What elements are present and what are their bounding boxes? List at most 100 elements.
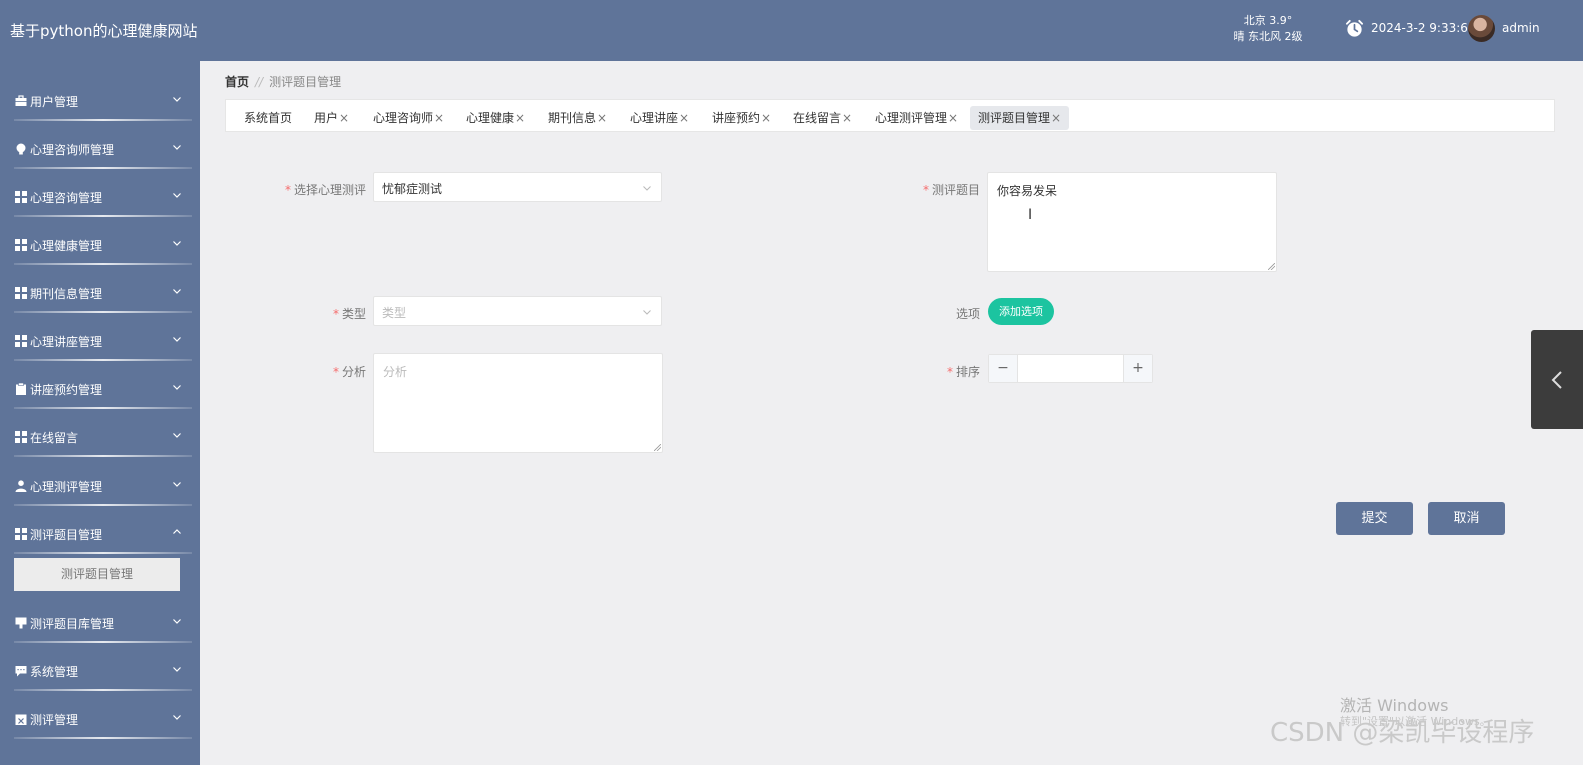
sidebar-item-lecture-booking-management[interactable]: 讲座预约管理	[0, 369, 200, 417]
grid-icon	[15, 287, 27, 299]
username[interactable]: admin	[1502, 21, 1540, 35]
briefcase-icon	[15, 95, 27, 106]
tab-label: 心理健康	[466, 111, 515, 125]
tab-lecture-booking[interactable]: 讲座预约×	[704, 106, 779, 130]
sidebar-item-user-management[interactable]: 用户管理	[0, 81, 200, 129]
tab-messages[interactable]: 在线留言×	[785, 106, 860, 130]
menu-divider	[14, 689, 192, 691]
resize-handle-icon[interactable]	[654, 444, 661, 451]
sidebar-item-label: 心理咨询师管理	[30, 143, 115, 157]
sidebar-item-counselor-management[interactable]: 心理咨询师管理	[0, 129, 200, 177]
side-panel-toggle[interactable]	[1531, 330, 1583, 429]
chevron-down-icon	[643, 310, 651, 315]
sidebar-item-cut-off[interactable]	[0, 748, 200, 765]
sidebar-item-messages[interactable]: 在线留言	[0, 417, 200, 465]
sidebar-item-lecture-management[interactable]: 心理讲座管理	[0, 321, 200, 369]
sidebar-item-label: 在线留言	[30, 431, 79, 445]
grid-icon	[15, 335, 27, 347]
close-icon[interactable]: ×	[948, 111, 958, 125]
sort-input[interactable]	[1019, 355, 1123, 382]
chat-icon	[15, 666, 27, 677]
analysis-label: * 分析	[332, 365, 366, 379]
tab-label: 用户	[314, 111, 339, 125]
sidebar-item-label: 讲座预约管理	[30, 383, 103, 397]
resize-handle-icon[interactable]	[1268, 263, 1275, 270]
tab-question-management[interactable]: 测评题目管理×	[970, 106, 1070, 130]
close-icon[interactable]: ×	[434, 111, 444, 125]
type-select[interactable]: 类型	[373, 296, 662, 326]
chevron-down-icon	[173, 145, 181, 150]
tab-counselor[interactable]: 心理咨询师×	[365, 106, 452, 130]
tab-assessment-management[interactable]: 心理测评管理×	[867, 106, 966, 130]
breadcrumb-separator: //	[255, 75, 264, 89]
sidebar-item-evaluation-management[interactable]: 测评管理	[0, 699, 200, 747]
submit-button[interactable]: 提交	[1336, 502, 1413, 535]
top-header: 基于python的心理健康网站 北京 3.9° 晴 东北风 2级 2024-3-…	[0, 0, 1583, 61]
test-select-label: * 选择心理测评	[284, 183, 366, 197]
tab-label: 心理讲座	[630, 111, 679, 125]
chevron-down-icon	[173, 482, 181, 487]
close-icon[interactable]: ×	[515, 111, 525, 125]
chevron-down-icon	[173, 715, 181, 720]
menu-divider	[14, 504, 192, 506]
sidebar-item-label: 测评题目管理	[30, 528, 103, 542]
csdn-watermark: CSDN @梁凯毕设程序	[1270, 718, 1535, 748]
current-datetime: 2024-3-2 9:33:6	[1371, 21, 1468, 35]
grid-icon	[15, 431, 27, 443]
chevron-up-icon	[173, 529, 181, 534]
sidebar-item-question-bank-management[interactable]: 测评题目库管理	[0, 603, 200, 651]
close-icon[interactable]: ×	[597, 111, 607, 125]
weather-condition: 晴 东北风 2级	[1233, 30, 1303, 43]
tab-journal[interactable]: 期刊信息×	[540, 106, 615, 130]
tab-label: 期刊信息	[548, 111, 597, 125]
add-option-button[interactable]: 添加选项	[988, 298, 1054, 325]
sort-stepper: − +	[988, 354, 1153, 383]
close-icon[interactable]: ×	[842, 111, 852, 125]
chevron-down-icon	[173, 241, 181, 246]
avatar[interactable]	[1468, 15, 1495, 42]
chevron-down-icon	[173, 619, 181, 624]
sidebar-item-label: 测评题目库管理	[30, 617, 115, 631]
cancel-button[interactable]: 取消	[1428, 502, 1505, 535]
menu-divider	[14, 215, 192, 217]
sidebar-item-label: 心理测评管理	[30, 480, 103, 494]
tab-user[interactable]: 用户×	[306, 106, 357, 130]
tab-label: 在线留言	[793, 111, 842, 125]
menu-divider	[14, 641, 192, 643]
clock-icon	[1345, 19, 1364, 37]
analysis-placeholder: 分析	[383, 365, 408, 379]
breadcrumb-home[interactable]: 首页	[225, 75, 249, 89]
sort-label: * 排序	[946, 365, 980, 379]
sidebar-item-label: 系统管理	[30, 665, 79, 679]
weather-location-temp: 北京 3.9°	[1243, 14, 1293, 27]
sidebar-item-consultation-management[interactable]: 心理咨询管理	[0, 177, 200, 225]
decrement-button[interactable]: −	[989, 355, 1018, 382]
test-select[interactable]: 忧郁症测试	[373, 172, 662, 202]
menu-divider	[14, 119, 192, 121]
sidebar-item-journal-management[interactable]: 期刊信息管理	[0, 273, 200, 321]
sidebar-item-system-management[interactable]: 系统管理	[0, 651, 200, 699]
submenu-item-question-management[interactable]: 测评题目管理	[14, 558, 180, 591]
tab-lecture[interactable]: 心理讲座×	[622, 106, 697, 130]
close-icon[interactable]: ×	[679, 111, 689, 125]
close-icon[interactable]: ×	[1051, 111, 1061, 125]
menu-divider	[14, 311, 192, 313]
sidebar-item-mental-health-management[interactable]: 心理健康管理	[0, 225, 200, 273]
sidebar-item-question-management[interactable]: 测评题目管理	[0, 514, 200, 562]
chevron-down-icon	[173, 385, 181, 390]
analysis-textarea[interactable]: 分析	[373, 353, 663, 453]
sidebar-item-label: 期刊信息管理	[30, 287, 103, 301]
increment-button[interactable]: +	[1123, 355, 1152, 382]
grid-icon	[15, 528, 27, 540]
close-icon[interactable]: ×	[761, 111, 771, 125]
grid-icon	[15, 239, 27, 251]
tab-mental-health[interactable]: 心理健康×	[458, 106, 533, 130]
tab-home[interactable]: 系统首页	[236, 106, 300, 130]
tab-label: 讲座预约	[712, 111, 761, 125]
sidebar-item-label: 心理健康管理	[30, 239, 103, 253]
sidebar-item-assessment-management[interactable]: 心理测评管理	[0, 466, 200, 514]
chevron-down-icon	[643, 186, 651, 191]
close-icon[interactable]: ×	[339, 111, 349, 125]
chevron-down-icon	[173, 97, 181, 102]
grid-icon	[15, 191, 27, 203]
